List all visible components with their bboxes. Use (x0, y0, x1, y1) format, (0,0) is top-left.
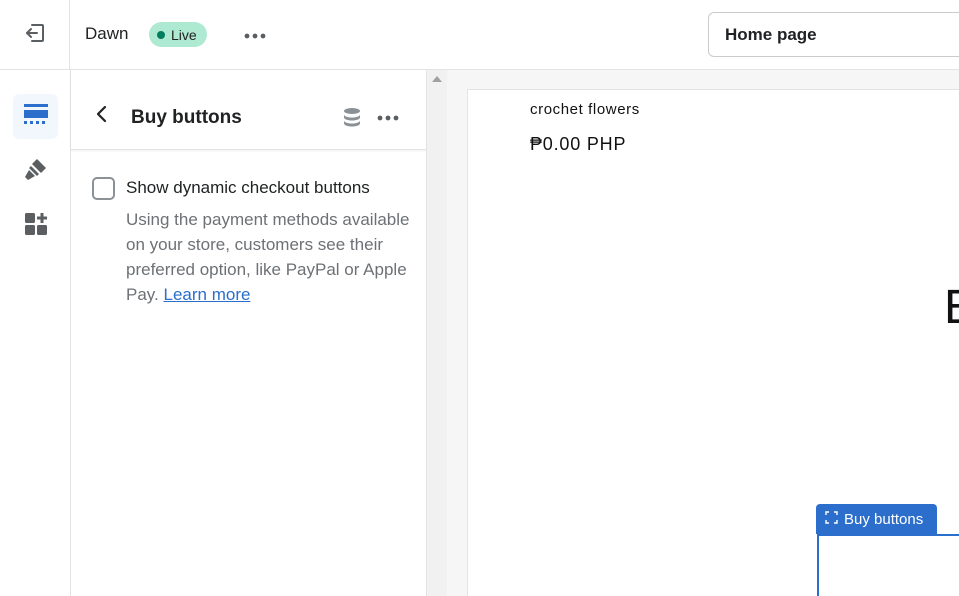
exit-icon (23, 21, 47, 50)
dynamic-checkout-help-text: Using the payment methods available on y… (126, 207, 411, 307)
rail-app-blocks-button[interactable] (13, 204, 58, 249)
back-button[interactable] (89, 103, 115, 129)
selection-frame-icon (825, 510, 838, 528)
settings-panel: Buy buttons Show dynamic checkout button… (71, 70, 426, 596)
theme-settings-brush-icon (23, 156, 49, 187)
chevron-left-icon (95, 105, 109, 128)
rail-theme-settings-button[interactable] (13, 149, 58, 194)
app-blocks-icon (24, 212, 48, 241)
selected-section-tag[interactable]: Buy buttons (816, 504, 937, 534)
learn-more-link[interactable]: Learn more (164, 285, 251, 304)
partial-heading-text: E (944, 280, 959, 335)
dynamic-checkout-checkbox[interactable] (92, 177, 115, 200)
panel-header: Buy buttons (71, 70, 426, 150)
scroll-up-arrow-icon[interactable] (432, 76, 442, 82)
page-selector[interactable]: Home page (708, 12, 959, 57)
status-badge-label: Live (171, 26, 197, 43)
rail-sections-button[interactable] (13, 94, 58, 139)
product-title: crochet flowers (530, 101, 640, 118)
page-selector-label: Home page (725, 24, 817, 44)
more-horizontal-icon (244, 26, 266, 44)
database-icon[interactable] (341, 106, 365, 130)
panel-title: Buy buttons (131, 107, 242, 128)
status-dot (157, 30, 165, 39)
selected-section-label: Buy buttons (844, 510, 924, 528)
theme-name: Dawn (85, 24, 129, 43)
top-bar: Dawn Live Home page (0, 0, 959, 70)
theme-actions-button[interactable] (238, 22, 272, 48)
exit-button[interactable] (0, 0, 70, 70)
dynamic-checkout-label[interactable]: Show dynamic checkout buttons (126, 178, 370, 198)
section-actions-button[interactable] (371, 104, 405, 130)
panel-scrollbar[interactable] (426, 70, 447, 596)
product-price: ₱0.00 PHP (530, 134, 627, 154)
sections-icon (23, 103, 49, 130)
more-horizontal-icon (377, 108, 399, 126)
status-badge: Live (149, 22, 207, 47)
selected-section-outline[interactable] (817, 534, 959, 596)
icon-rail (0, 70, 71, 596)
